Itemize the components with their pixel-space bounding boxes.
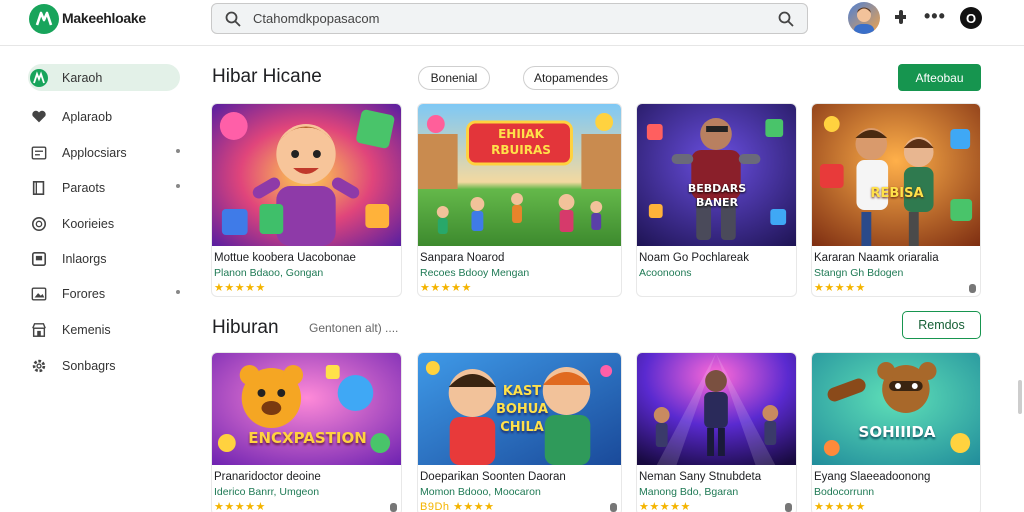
- card-subtitle: Stangn Gh Bdogen: [814, 267, 904, 279]
- card-title: Doeparikan Soonten Daoran: [420, 471, 566, 483]
- apps-icon: [30, 144, 48, 162]
- thumbnail-banner-text: REBISA: [870, 186, 924, 201]
- sidebar-item-label: Forores: [62, 286, 106, 301]
- filter-chip[interactable]: Atopamendes: [523, 66, 619, 90]
- card-thumbnail: ENCXPASTION: [212, 353, 401, 465]
- coin-icon: [30, 215, 48, 233]
- store-icon: [30, 321, 48, 339]
- search-submit-icon[interactable]: [777, 10, 795, 28]
- rating-stars: ★★★★★: [814, 501, 866, 512]
- card-thumbnail: BEBDARS BANER: [637, 104, 796, 246]
- search-icon: [225, 11, 241, 27]
- profile-icon[interactable]: O: [960, 7, 982, 29]
- card-title: Pranaridoctor deoine: [214, 471, 321, 483]
- card-subtitle: Bodocorrunn: [814, 486, 875, 498]
- sidebar-item-label: Karaoh: [62, 70, 103, 85]
- section-note[interactable]: Gentonen alt) ....: [309, 321, 398, 335]
- section-title: Hibar Hicane: [212, 66, 322, 87]
- rating-stars: ★★★★★: [214, 282, 266, 294]
- sidebar-item-label: Aplaraob: [62, 109, 113, 124]
- app-card[interactable]: BEBDARS BANER Noam Go Pochlareak Acoonoo…: [636, 103, 797, 297]
- card-title: Sanpara Noarod: [420, 252, 505, 264]
- app-card[interactable]: ENCXPASTION Pranaridoctor deoine Iderico…: [211, 352, 402, 512]
- secondary-action-button[interactable]: Remdos: [902, 311, 981, 339]
- rating-stars: ★★★★★: [639, 501, 691, 512]
- puzzle-icon[interactable]: [892, 8, 910, 26]
- rating-stars: B9Dh ★★★★: [420, 501, 495, 512]
- card-subtitle: Manong Bdo, Bgaran: [639, 486, 739, 498]
- app-card[interactable]: KAST BOHUA CHILA Doeparikan Soonten Daor…: [417, 352, 622, 512]
- rating-stars: ★★★★★: [420, 282, 472, 294]
- app-card[interactable]: REBISA Kararan Naamk oriaralia Stangn Gh…: [811, 103, 981, 297]
- brand-icon: [30, 68, 48, 87]
- app-card[interactable]: Neman Sany Stnubdeta Manong Bdo, Bgaran …: [636, 352, 797, 512]
- sidebar: Karaoh Aplaraob Applocsiars Paraots Koor…: [0, 46, 195, 512]
- card-thumbnail: [212, 104, 401, 246]
- card-subtitle: Planon Bdaoo, Gongan: [214, 267, 324, 279]
- sidebar-item-label: Sonbagrs: [62, 358, 116, 373]
- app-card[interactable]: SOHIIIDA Eyang Slaeeadoonong Bodocorrunn…: [811, 352, 981, 512]
- sidebar-item-label: Applocsiars: [62, 145, 127, 160]
- filter-chip[interactable]: Bonenial: [418, 66, 490, 90]
- card-thumbnail: KAST BOHUA CHILA: [418, 353, 621, 465]
- sidebar-item-4[interactable]: Koorieies: [28, 210, 180, 237]
- tablet-icon: [30, 250, 48, 268]
- card-subtitle: Iderico Banrr, Umgeon: [214, 486, 320, 498]
- info-icon[interactable]: [390, 503, 397, 512]
- card-title: Mottue koobera Uacobonae: [214, 252, 356, 264]
- sidebar-item-8[interactable]: Sonbagrs: [28, 352, 180, 379]
- card-subtitle: Recoes Bdooy Mengan: [420, 267, 530, 279]
- book-icon: [30, 179, 48, 197]
- more-options-icon[interactable]: •••: [924, 6, 946, 27]
- info-icon[interactable]: [610, 503, 617, 512]
- app-card[interactable]: EHIIAK RBUIRAS Sanpara Noarod Recoes Bdo…: [417, 103, 622, 297]
- sidebar-item-1[interactable]: Aplaraob: [28, 103, 180, 130]
- gear-icon: [30, 357, 48, 375]
- app-card[interactable]: Mottue koobera Uacobonae Planon Bdaoo, G…: [211, 103, 402, 297]
- thumbnail-banner-text: BEBDARS BANER: [687, 182, 747, 209]
- primary-action-button[interactable]: Afteobau: [898, 64, 981, 91]
- brand-logo-icon[interactable]: [29, 4, 59, 34]
- thumbnail-banner-text: SOHIIIDA: [858, 423, 936, 441]
- expand-dot-icon[interactable]: [176, 149, 180, 153]
- top-bar: Makeehloake Ctahomdkpopasacom ••• O: [0, 0, 1024, 46]
- card-title: Neman Sany Stnubdeta: [639, 471, 762, 483]
- expand-dot-icon[interactable]: [176, 290, 180, 294]
- thumbnail-banner-text: EHIIAK RBUIRAS: [491, 127, 551, 157]
- search-input[interactable]: Ctahomdkpopasacom: [253, 11, 379, 26]
- card-subtitle: Acoonoons: [639, 267, 692, 279]
- expand-dot-icon[interactable]: [176, 184, 180, 188]
- thumbnail-banner-text: KAST BOHUA CHILA: [495, 384, 549, 435]
- brand-name[interactable]: Makeehloake: [62, 10, 146, 26]
- thumbnail-banner-text: ENCXPASTION: [248, 429, 367, 447]
- sidebar-item-2[interactable]: Applocsiars: [28, 139, 180, 166]
- sidebar-item-0[interactable]: Karaoh: [28, 64, 180, 91]
- section-title: Hiburan: [212, 317, 279, 338]
- card-title: Eyang Slaeeadoonong: [814, 471, 931, 483]
- card-thumbnail: REBISA: [812, 104, 980, 246]
- card-subtitle: Momon Bdooo, Moocaron: [420, 486, 541, 498]
- sidebar-item-label: Inlaorgs: [62, 251, 107, 266]
- heart-icon: [30, 108, 48, 126]
- sidebar-item-label: Koorieies: [62, 216, 115, 231]
- card-thumbnail: SOHIIIDA: [812, 353, 980, 465]
- rating-stars: ★★★★★: [814, 282, 866, 294]
- info-icon[interactable]: [785, 503, 792, 512]
- card-thumbnail: EHIIAK RBUIRAS: [418, 104, 621, 246]
- scrollbar-thumb[interactable]: [1018, 380, 1022, 414]
- picture-icon: [30, 285, 48, 303]
- card-thumbnail: [637, 353, 796, 465]
- rating-stars: ★★★★★: [214, 501, 266, 512]
- sidebar-item-label: Paraots: [62, 180, 106, 195]
- card-title: Noam Go Pochlareak: [639, 252, 749, 264]
- sidebar-item-7[interactable]: Kemenis: [28, 316, 180, 343]
- sidebar-item-6[interactable]: Forores: [28, 280, 180, 307]
- avatar[interactable]: [848, 2, 880, 34]
- search-bar[interactable]: Ctahomdkpopasacom: [211, 3, 808, 34]
- sidebar-item-5[interactable]: Inlaorgs: [28, 245, 180, 272]
- card-title: Kararan Naamk oriaralia: [814, 252, 939, 264]
- sidebar-item-3[interactable]: Paraots: [28, 174, 180, 201]
- info-icon[interactable]: [969, 284, 976, 293]
- sidebar-item-label: Kemenis: [62, 322, 111, 337]
